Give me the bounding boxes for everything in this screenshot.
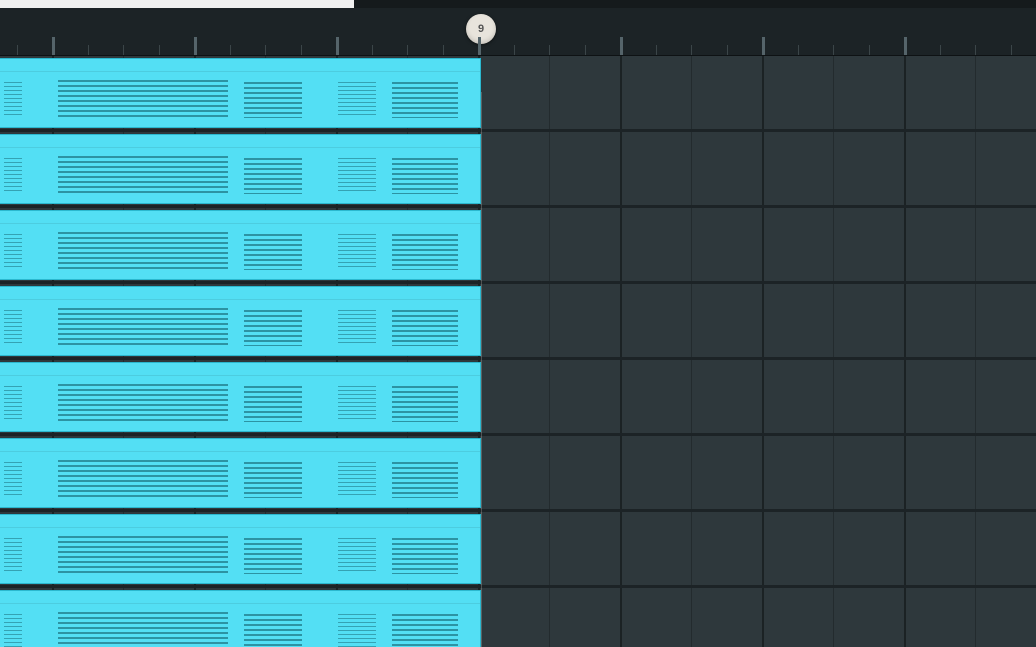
ruler-tick-beat — [265, 45, 266, 55]
track-row[interactable] — [0, 360, 1036, 436]
clip-mini-notes — [0, 604, 480, 647]
ruler-tick-beat — [549, 45, 550, 55]
clip-header[interactable] — [0, 135, 480, 148]
ruler-tick-beat — [975, 45, 976, 55]
tracks-container — [0, 56, 1036, 647]
ruler-tick-beat — [940, 45, 941, 55]
pattern-clip[interactable] — [0, 58, 481, 128]
ruler-tick-bar — [52, 37, 55, 55]
clip-header[interactable] — [0, 211, 480, 224]
pattern-clip[interactable] — [0, 590, 481, 647]
track-row[interactable] — [0, 436, 1036, 512]
ruler-tick-beat — [301, 45, 302, 55]
clip-header[interactable] — [0, 515, 480, 528]
ruler-tick-bar — [336, 37, 339, 55]
playhead-marker[interactable]: 9 — [466, 14, 496, 44]
window-titlebar — [0, 0, 1036, 8]
clip-mini-notes — [0, 452, 480, 508]
ruler-tick-beat — [17, 45, 18, 55]
arrangement-grid[interactable] — [0, 56, 1036, 647]
track-row[interactable] — [0, 512, 1036, 588]
pattern-clip[interactable] — [0, 286, 481, 356]
track-row[interactable] — [0, 588, 1036, 647]
ruler-tick-beat — [691, 45, 692, 55]
track-row[interactable] — [0, 208, 1036, 284]
pattern-clip[interactable] — [0, 514, 481, 584]
track-row[interactable] — [0, 132, 1036, 208]
clip-header[interactable] — [0, 287, 480, 300]
pattern-clip[interactable] — [0, 134, 481, 204]
track-row[interactable] — [0, 284, 1036, 360]
ruler-tick-beat — [443, 45, 444, 55]
playhead-bar-label: 9 — [478, 23, 484, 35]
ruler-tick-beat — [585, 45, 586, 55]
ruler-tick-beat — [88, 45, 89, 55]
track-row[interactable] — [0, 56, 1036, 132]
ruler-tick-bar — [904, 37, 907, 55]
ruler-tick-bar — [478, 37, 481, 55]
pattern-clip[interactable] — [0, 210, 481, 280]
ruler-tick-beat — [230, 45, 231, 55]
clip-header[interactable] — [0, 591, 480, 604]
timeline-ruler[interactable]: 9 — [0, 8, 1036, 56]
clip-mini-notes — [0, 224, 480, 280]
clip-mini-notes — [0, 528, 480, 584]
ruler-tick-bar — [194, 37, 197, 55]
ruler-tick-beat — [1011, 45, 1012, 55]
clip-header[interactable] — [0, 363, 480, 376]
ruler-tick-beat — [159, 45, 160, 55]
ruler-tick-beat — [123, 45, 124, 55]
ruler-tick-bar — [762, 37, 765, 55]
ruler-tick-beat — [833, 45, 834, 55]
ruler-tick-beat — [869, 45, 870, 55]
pattern-clip[interactable] — [0, 362, 481, 432]
ruler-tick-beat — [514, 45, 515, 55]
clip-mini-notes — [0, 148, 480, 204]
menubar-segment — [0, 0, 354, 8]
ruler-tick-beat — [656, 45, 657, 55]
ruler-tick-beat — [372, 45, 373, 55]
clip-header[interactable] — [0, 439, 480, 452]
ruler-tick-beat — [798, 45, 799, 55]
ruler-tick-beat — [407, 45, 408, 55]
pattern-clip[interactable] — [0, 438, 481, 508]
ruler-tick-bar — [620, 37, 623, 55]
clip-mini-notes — [0, 376, 480, 432]
ruler-tick-beat — [727, 45, 728, 55]
clip-header[interactable] — [0, 59, 480, 72]
clip-mini-notes — [0, 72, 480, 128]
clip-mini-notes — [0, 300, 480, 356]
